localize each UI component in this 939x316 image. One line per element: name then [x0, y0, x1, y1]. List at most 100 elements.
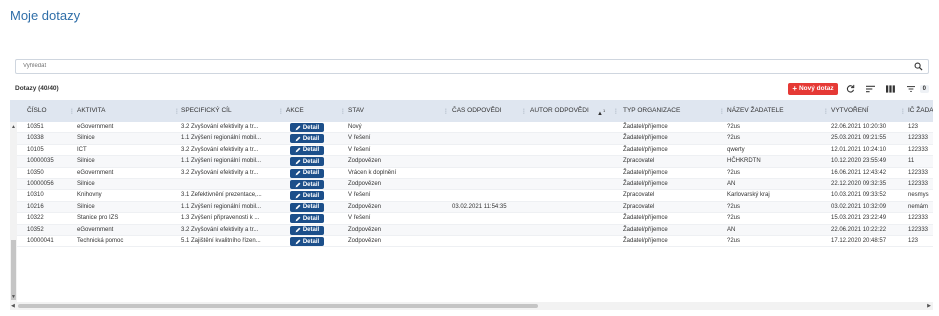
sort-asc-icon[interactable]: ▲1: [597, 100, 605, 122]
cell-cislo: 10350: [27, 169, 44, 176]
cell-autor-odpovedi: [530, 190, 610, 201]
detail-label: Detail: [302, 147, 320, 154]
column-header-stav[interactable]: STAV: [348, 100, 364, 122]
detail-button[interactable]: Detail: [290, 202, 324, 212]
sort-icon[interactable]: [864, 83, 878, 95]
cell-ic-zadatele: nemám: [908, 203, 929, 210]
cell-aktivita: Stanice pro IZS: [77, 215, 119, 222]
cell-cas-odpovedi: [452, 168, 519, 179]
refresh-icon[interactable]: [844, 83, 858, 95]
detail-button[interactable]: Detail: [290, 225, 324, 235]
cell-cislo: 10310: [27, 192, 44, 199]
column-resize-handle[interactable]: ⋮: [174, 108, 180, 115]
column-resize-handle[interactable]: ⋮: [900, 108, 906, 115]
cell-ic-zadatele: 122333: [908, 169, 929, 176]
cell-cas-odpovedi: [452, 145, 519, 156]
cell-nazev-zadatele: ?2us: [727, 203, 741, 210]
cell-typ-organizace: Žadatel/příjemce: [623, 215, 668, 222]
scroll-right-arrow-icon[interactable]: ▶: [927, 303, 931, 309]
scroll-down-arrow-icon[interactable]: ▼: [11, 295, 16, 300]
table-row[interactable]: 10000041 Technická pomoc 5.1 Zajištění kva…: [10, 236, 933, 248]
cell-nazev-zadatele: ?2us: [727, 135, 741, 142]
column-header-ic-zadatele[interactable]: IČ ŽADA: [908, 100, 933, 122]
column-header-cas-odpovedi[interactable]: ČAS ODPOVĚDI: [452, 100, 501, 122]
detail-button[interactable]: Detail: [290, 134, 324, 144]
cell-vytvoreni: 25.03.2021 09:21:55: [831, 135, 887, 142]
cell-typ-organizace: Zpracovatel: [623, 203, 655, 210]
plus-icon: +: [792, 83, 797, 93]
vertical-scrollbar[interactable]: ▲ ▼: [10, 122, 17, 302]
column-header-specificky-cil[interactable]: SPECIFICKÝ CÍL: [181, 100, 232, 122]
cell-stav: V řešení: [348, 135, 371, 142]
column-header-aktivita[interactable]: AKTIVITA: [77, 100, 105, 122]
horizontal-scroll-thumb[interactable]: [18, 304, 538, 308]
detail-button[interactable]: Detail: [290, 168, 324, 178]
column-resize-handle[interactable]: ⋮: [823, 108, 829, 115]
cell-specificky-cil: 3.2 Zvyšování efektivity a tr...: [181, 226, 259, 233]
detail-button[interactable]: Detail: [290, 180, 324, 189]
pencil-icon: [295, 125, 301, 130]
detail-label: Detail: [302, 158, 320, 165]
table-row[interactable]: 10338 Silnice 1.1 Zvýšení regionální mobil…: [10, 133, 933, 145]
column-header-autor-odpovedi[interactable]: AUTOR ODPOVĚDI: [530, 100, 589, 122]
cell-nazev-zadatele: qwerty: [727, 146, 745, 153]
cell-specificky-cil: 1.1 Zvýšení regionální mobil...: [181, 203, 262, 210]
cell-typ-organizace: Žadatel/příjemce: [623, 135, 668, 142]
cell-vytvoreni: 17.12.2020 20:48:57: [831, 238, 887, 244]
detail-button[interactable]: Detail: [290, 145, 324, 155]
cell-stav: Vrácen k doplnění: [348, 169, 397, 176]
table-row[interactable]: 10216 Silnice 1.1 Zvýšení regionální mobil…: [10, 201, 933, 214]
scroll-left-arrow-icon[interactable]: ◀: [11, 303, 15, 309]
column-resize-handle[interactable]: ⋮: [443, 108, 449, 115]
filter-icon[interactable]: [904, 83, 918, 95]
pencil-icon: [295, 182, 301, 187]
table-row[interactable]: 10351 eGovernment 3.2 Zvyšování efektivity…: [10, 122, 933, 134]
data-grid: ČÍSLO ⋮ AKTIVITA ⋮ SPECIFICKÝ CÍL ⋮ AKCE…: [10, 100, 933, 302]
table-row[interactable]: 10000035 Silnice 1.1 Zvýšení regionální mo…: [10, 156, 933, 168]
scroll-up-arrow-icon[interactable]: ▲: [11, 125, 16, 130]
columns-icon[interactable]: [884, 83, 898, 95]
column-resize-handle[interactable]: ⋮: [521, 108, 527, 115]
detail-button[interactable]: Detail: [290, 237, 324, 246]
table-row[interactable]: 10322 Stanice pro IZS 1.3 Zvýšení připrave…: [10, 213, 933, 225]
cell-aktivita: eGovernment: [77, 226, 114, 233]
search-input[interactable]: [23, 63, 883, 69]
cell-nazev-zadatele: AN: [727, 226, 736, 233]
pencil-icon: [295, 227, 301, 233]
table-row[interactable]: 10350 eGovernment 3.2 Zvyšování efektivity…: [10, 168, 933, 179]
column-resize-handle[interactable]: ⋮: [278, 108, 284, 115]
table-row[interactable]: 10310 Knihovny 3.1 Zefektivnění prezentace…: [10, 190, 933, 202]
column-header-nazev-zadatele[interactable]: NÁZEV ŽADATELE: [727, 100, 784, 122]
cell-vytvoreni: 22.06.2021 10:20:30: [831, 124, 887, 130]
cell-aktivita: eGovernment: [77, 169, 114, 176]
column-header-typ-organizace[interactable]: TYP ORGANIZACE: [623, 100, 680, 122]
vertical-scroll-thumb[interactable]: [11, 240, 16, 300]
search-icon[interactable]: [914, 62, 923, 71]
detail-button[interactable]: Detail: [290, 123, 324, 132]
cell-vytvoreni: 22.06.2021 10:22:22: [831, 226, 887, 233]
detail-button[interactable]: Detail: [290, 191, 324, 201]
table-row[interactable]: 10105 ICT 3.2 Zvyšování efektivity a tr...…: [10, 145, 933, 157]
toolbar: + Nový dotaz 0: [788, 82, 929, 95]
new-query-button[interactable]: + Nový dotaz: [788, 82, 838, 95]
column-resize-handle[interactable]: ⋮: [340, 108, 346, 115]
cell-cislo: 10000056: [27, 181, 54, 187]
column-header-akce[interactable]: AKCE: [286, 100, 304, 122]
column-header-cislo[interactable]: ČÍSLO: [27, 100, 47, 122]
column-header-vytvoreni[interactable]: VYTVOŘENÍ: [831, 100, 869, 122]
column-resize-handle[interactable]: ⋮: [719, 108, 725, 115]
detail-label: Detail: [302, 204, 320, 211]
detail-button[interactable]: Detail: [290, 214, 324, 224]
table-row[interactable]: 10000056 Silnice Zodpovězen Žadatel/příjemc…: [10, 179, 933, 191]
cell-cislo: 10338: [27, 135, 44, 142]
cell-typ-organizace: Žadatel/příjemce: [623, 146, 668, 153]
column-resize-handle[interactable]: ⋮: [613, 108, 619, 115]
horizontal-scrollbar[interactable]: ◀ ▶: [10, 302, 933, 310]
cell-cislo: 10351: [27, 124, 44, 130]
cell-vytvoreni: 10.03.2021 09:33:52: [831, 192, 887, 199]
table-row[interactable]: 10352 eGovernment 3.2 Zvyšování efektivity…: [10, 224, 933, 236]
cell-specificky-cil: 1.3 Zvýšení připravenosti k ...: [181, 215, 260, 222]
column-resize-handle[interactable]: ⋮: [69, 108, 75, 115]
search-box[interactable]: [15, 59, 929, 74]
detail-button[interactable]: Detail: [290, 157, 324, 167]
